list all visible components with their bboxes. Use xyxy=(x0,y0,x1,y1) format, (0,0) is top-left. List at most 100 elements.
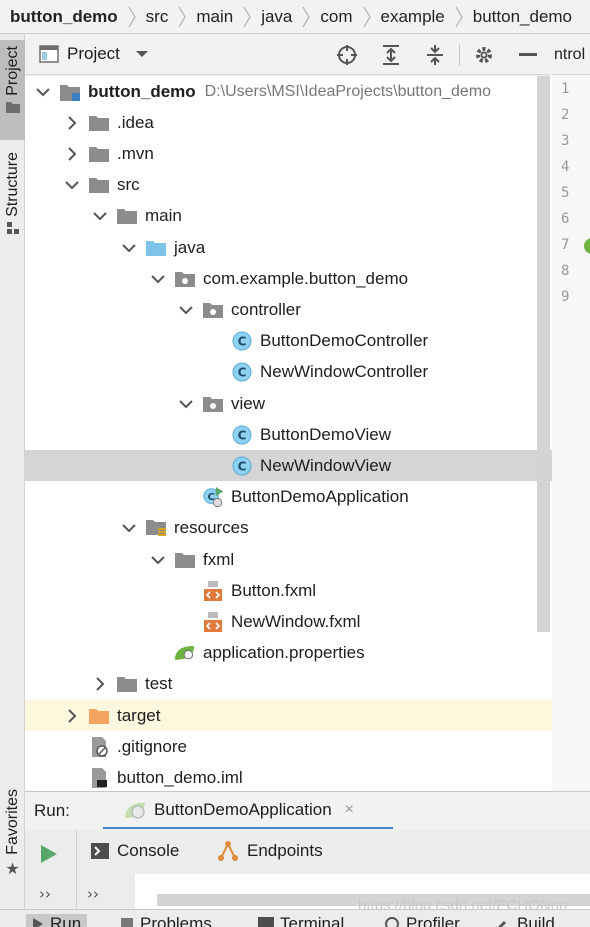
tree-row[interactable]: C ButtonDemoApplication xyxy=(25,482,552,513)
close-tab-icon[interactable]: × xyxy=(345,801,354,819)
structure-tool-tab[interactable]: Structure xyxy=(0,152,25,262)
hide-panel-button[interactable] xyxy=(506,34,550,75)
line-number: 7 xyxy=(561,237,570,253)
tree-row[interactable]: target xyxy=(25,700,552,731)
spring-boot-run-icon xyxy=(125,802,145,818)
line-number: 8 xyxy=(561,263,570,279)
rerun-icon[interactable] xyxy=(40,844,58,864)
chevron-down-icon[interactable] xyxy=(150,271,166,287)
chevron-right-icon[interactable] xyxy=(92,676,108,692)
breadcrumb-separator-icon xyxy=(302,6,311,28)
project-window-icon xyxy=(39,45,59,63)
project-tool-tab[interactable]: Project xyxy=(0,40,25,140)
breadcrumb-item[interactable]: main xyxy=(196,7,233,27)
expand-all-button[interactable] xyxy=(369,34,413,75)
collapse-all-button[interactable] xyxy=(413,34,457,75)
tree-row[interactable]: C NewWindowView xyxy=(25,450,552,482)
breadcrumb-item[interactable]: java xyxy=(261,7,292,27)
tree-row-label: java xyxy=(174,237,206,257)
excluded-folder-icon xyxy=(88,706,110,726)
tree-scrollbar[interactable] xyxy=(537,76,550,632)
tree-row[interactable]: src xyxy=(25,170,552,201)
editor-area: ntrol 1 2 3 4 5 6 7 8 9 xyxy=(552,34,590,791)
package-icon xyxy=(174,269,196,289)
line-number: 3 xyxy=(561,133,570,149)
tree-row[interactable]: resources xyxy=(25,513,552,544)
chevron-down-icon[interactable] xyxy=(121,240,137,256)
tree-row[interactable]: NewWindow.fxml xyxy=(25,606,552,637)
locate-file-button[interactable] xyxy=(325,34,369,75)
endpoints-tab[interactable]: Endpoints xyxy=(217,835,323,867)
tree-row-label: .gitignore xyxy=(117,736,187,756)
favorites-tool-tab[interactable]: Favorites ★ xyxy=(0,789,25,899)
line-number: 4 xyxy=(561,159,570,175)
tree-row[interactable]: .idea xyxy=(25,107,552,138)
fxml-file-icon xyxy=(202,611,224,632)
tree-row[interactable]: Button.fxml xyxy=(25,575,552,606)
tree-row[interactable]: button_demo D:\Users\MSI\IdeaProjects\but… xyxy=(25,76,552,107)
more-actions-icon[interactable]: ›› xyxy=(39,885,51,903)
breadcrumb-item[interactable]: src xyxy=(146,7,169,27)
tree-row[interactable]: application.properties xyxy=(25,638,552,669)
breadcrumb-separator-icon xyxy=(243,6,251,28)
breadcrumb-separator-icon xyxy=(178,6,187,28)
bottom-terminal-tab[interactable]: Terminal xyxy=(258,914,344,927)
breadcrumb-item[interactable]: button_demo xyxy=(10,7,118,27)
tree-row-label: test xyxy=(145,674,173,694)
class-icon: C xyxy=(231,425,253,445)
console-tab[interactable]: Console xyxy=(91,835,179,867)
tree-row[interactable]: .mvn xyxy=(25,138,552,169)
current-line-highlight xyxy=(552,285,590,311)
chevron-right-icon[interactable] xyxy=(64,146,80,162)
tree-row[interactable]: main xyxy=(25,201,552,232)
chevron-down-icon[interactable] xyxy=(150,552,166,568)
tree-row-label: NewWindowView xyxy=(260,455,392,475)
tree-row[interactable]: C NewWindowController xyxy=(25,357,552,388)
breadcrumb-item[interactable]: com xyxy=(320,7,352,27)
left-tool-strip: Project Structure Favorites ★ xyxy=(0,34,25,927)
tree-row[interactable]: button_demo.iml xyxy=(25,762,552,791)
bottom-problems-label: Problems xyxy=(140,914,212,927)
tree-row-label: view xyxy=(231,393,266,413)
chevron-right-icon[interactable] xyxy=(64,708,80,724)
header-divider xyxy=(459,43,460,66)
tree-row[interactable]: fxml xyxy=(25,544,552,575)
tree-row[interactable]: view xyxy=(25,388,552,419)
chevron-down-icon[interactable] xyxy=(178,396,194,412)
chevron-down-icon[interactable] xyxy=(178,302,194,318)
run-config-tab-label: ButtonDemoApplication xyxy=(154,799,332,819)
tree-row-label: ButtonDemoController xyxy=(260,331,429,351)
svg-text:C: C xyxy=(238,366,247,380)
tree-row-label: controller xyxy=(231,299,301,319)
editor-gutter: 1 2 3 4 5 6 7 8 9 xyxy=(552,75,590,791)
chevron-down-icon[interactable] xyxy=(64,177,80,193)
project-view-selector[interactable]: Project xyxy=(39,44,150,64)
run-config-tab[interactable]: ButtonDemoApplication × xyxy=(103,792,393,830)
tree-row[interactable]: java xyxy=(25,232,552,263)
tree-row[interactable]: C ButtonDemoController xyxy=(25,326,552,357)
bottom-run-tab[interactable]: Run xyxy=(26,914,88,927)
tree-row[interactable]: test xyxy=(25,669,552,700)
tree-row[interactable]: com.example.button_demo xyxy=(25,263,552,294)
bottom-build-tab[interactable]: Build xyxy=(495,914,555,927)
tree-row[interactable]: .gitignore xyxy=(25,731,552,762)
chevron-down-icon[interactable] xyxy=(92,208,108,224)
run-icon xyxy=(33,918,43,927)
chevron-down-icon[interactable] xyxy=(35,84,51,100)
breadcrumb-separator-icon xyxy=(362,6,371,28)
editor-tab-label: ntrol xyxy=(554,46,586,63)
settings-button[interactable] xyxy=(462,34,506,75)
chevron-down-icon[interactable] xyxy=(121,520,137,536)
bottom-profiler-tab[interactable]: Profiler xyxy=(384,914,460,927)
gear-icon xyxy=(476,46,492,63)
breadcrumb-item[interactable]: example xyxy=(381,7,445,27)
bottom-problems-tab[interactable]: Problems xyxy=(120,914,212,927)
console-more-icon[interactable]: ›› xyxy=(87,885,99,903)
editor-tab[interactable]: ntrol xyxy=(552,34,590,75)
chevron-right-icon[interactable] xyxy=(64,115,80,131)
tree-row-label: resources xyxy=(174,518,249,538)
breadcrumb-item[interactable]: button_demo xyxy=(473,7,572,27)
run-tool-window-header: Run: ButtonDemoApplication × xyxy=(25,791,590,830)
tree-row[interactable]: C ButtonDemoView xyxy=(25,419,552,450)
tree-row[interactable]: controller xyxy=(25,294,552,325)
